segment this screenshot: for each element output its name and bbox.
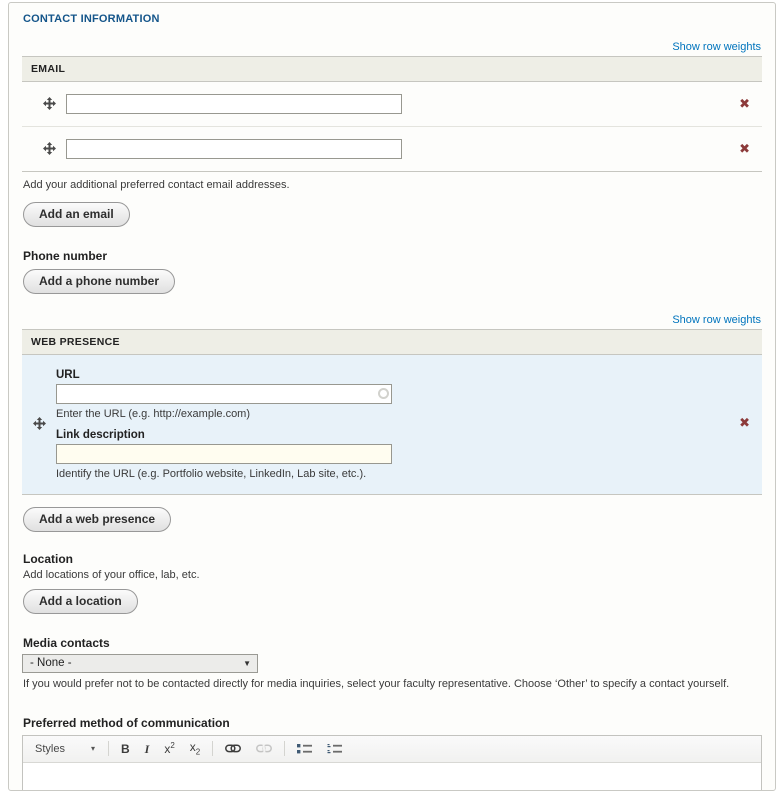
url-input[interactable]: [56, 384, 392, 404]
link-description-input[interactable]: [56, 444, 392, 464]
fieldset-legend: CONTACT INFORMATION: [23, 13, 762, 25]
caret-down-icon: ▾: [91, 744, 95, 753]
drag-handle-icon[interactable]: [22, 414, 56, 432]
location-label: Location: [23, 552, 762, 566]
remove-icon[interactable]: ✖: [737, 417, 752, 430]
link-description-help-text: Identify the URL (e.g. Portfolio website…: [56, 468, 656, 480]
chevron-down-icon: ▼: [243, 659, 251, 668]
add-email-button[interactable]: Add an email: [23, 202, 130, 227]
web-presence-row: URL Enter the URL (e.g. http://example.c…: [22, 355, 762, 495]
styles-dropdown-label: Styles: [35, 743, 65, 755]
numbered-list-icon[interactable]: [324, 742, 345, 756]
show-row-weights-link[interactable]: Show row weights: [672, 41, 761, 53]
italic-button[interactable]: I: [142, 742, 153, 756]
media-contacts-section: Media contacts - None - ▼ If you would p…: [22, 636, 762, 692]
superscript-mark: 2: [170, 741, 174, 750]
location-help-text: Add locations of your office, lab, etc.: [23, 568, 762, 583]
add-phone-button[interactable]: Add a phone number: [23, 269, 175, 294]
email-input[interactable]: [66, 94, 402, 114]
web-presence-row-weights-line: Show row weights: [22, 314, 761, 326]
bulleted-list-icon[interactable]: [294, 742, 315, 756]
editor-toolbar: Styles ▾ B I x2 x2: [23, 736, 761, 763]
editor-content-area[interactable]: [23, 763, 761, 791]
email-table: EMAIL ✖ ✖: [22, 56, 762, 172]
preferred-method-section: Preferred method of communication Styles…: [22, 716, 762, 791]
unlink-icon[interactable]: [253, 743, 275, 754]
media-contacts-help-text: If you would prefer not to be contacted …: [23, 677, 762, 692]
add-web-presence-button[interactable]: Add a web presence: [23, 507, 171, 532]
link-target-circle-icon: [378, 388, 389, 399]
add-location-button[interactable]: Add a location: [23, 589, 138, 614]
remove-icon[interactable]: ✖: [737, 98, 752, 111]
remove-icon[interactable]: ✖: [737, 143, 752, 156]
url-help-text: Enter the URL (e.g. http://example.com): [56, 408, 656, 420]
media-contacts-select[interactable]: - None - ▼: [22, 654, 258, 673]
email-input[interactable]: [66, 139, 402, 159]
superscript-button[interactable]: x2: [161, 741, 177, 756]
drag-handle-icon[interactable]: [32, 140, 66, 158]
email-row: ✖: [22, 82, 762, 127]
web-presence-table: WEB PRESENCE URL Enter the URL (e.g. htt…: [22, 329, 762, 495]
toolbar-separator: [108, 741, 109, 756]
media-contacts-selected-option: - None -: [30, 657, 72, 669]
wysiwyg-editor: Styles ▾ B I x2 x2: [22, 735, 762, 791]
phone-label: Phone number: [23, 249, 762, 263]
phone-section: Phone number Add a phone number: [22, 249, 762, 294]
contact-information-fieldset: CONTACT INFORMATION Show row weights EMA…: [8, 2, 776, 791]
subscript-button[interactable]: x2: [187, 740, 203, 757]
web-presence-section: Show row weights WEB PRESENCE URL Enter …: [22, 314, 762, 532]
url-field-wrap: [56, 384, 394, 404]
email-row-weights-line: Show row weights: [22, 41, 761, 53]
bold-button[interactable]: B: [118, 742, 133, 756]
web-presence-fields: URL Enter the URL (e.g. http://example.c…: [56, 365, 656, 482]
link-description-label: Link description: [56, 429, 656, 441]
location-section: Location Add locations of your office, l…: [22, 552, 762, 614]
toolbar-separator: [284, 741, 285, 756]
subscript-mark: 2: [196, 747, 200, 756]
email-row: ✖: [22, 127, 762, 172]
preferred-method-label: Preferred method of communication: [23, 716, 762, 730]
link-icon[interactable]: [222, 743, 244, 754]
web-presence-table-header: WEB PRESENCE: [22, 329, 762, 355]
email-help-text: Add your additional preferred contact em…: [23, 178, 762, 193]
styles-dropdown[interactable]: Styles ▾: [31, 741, 99, 757]
url-label: URL: [56, 369, 656, 381]
email-table-header: EMAIL: [22, 56, 762, 82]
media-contacts-label: Media contacts: [23, 636, 762, 650]
toolbar-separator: [212, 741, 213, 756]
drag-handle-icon[interactable]: [32, 95, 66, 113]
show-row-weights-link[interactable]: Show row weights: [672, 314, 761, 326]
